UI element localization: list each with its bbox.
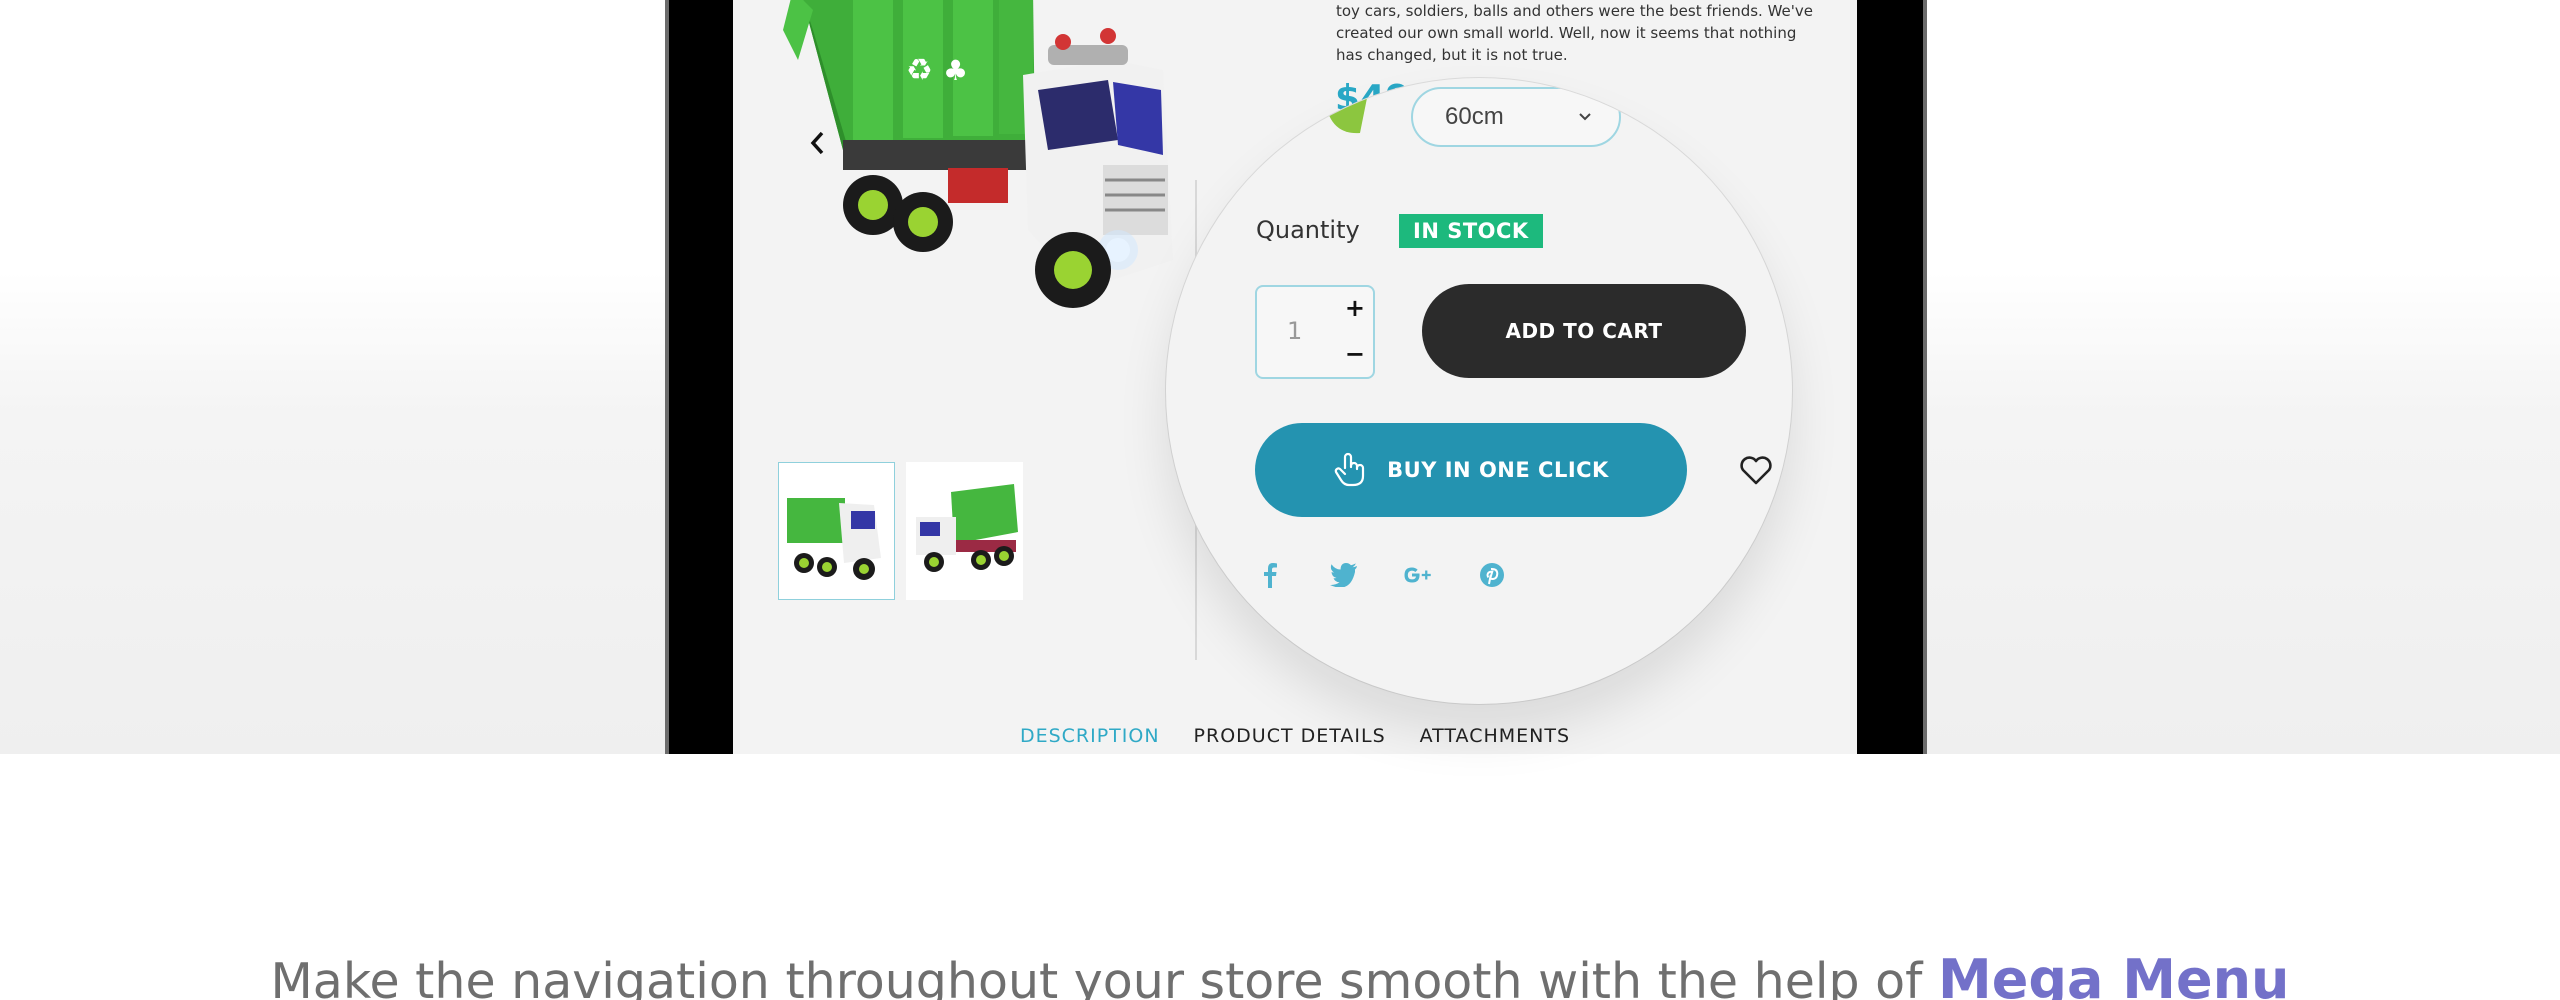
- headline-text: Make the navigation throughout your stor…: [270, 953, 1938, 1000]
- gallery-thumbnail-2[interactable]: [906, 462, 1023, 600]
- svg-text:♻: ♻: [906, 53, 933, 88]
- size-select[interactable]: 60cm: [1411, 87, 1621, 147]
- buy-in-one-click-label: BUY IN ONE CLICK: [1387, 458, 1609, 482]
- description-line: created our own small world. Well, now i…: [1336, 24, 1797, 42]
- size-select-value: 60cm: [1445, 103, 1504, 130]
- add-to-cart-button[interactable]: ADD TO CART: [1422, 284, 1746, 378]
- quantity-stepper[interactable]: 1 + −: [1255, 285, 1375, 379]
- quantity-increase-button[interactable]: +: [1345, 293, 1365, 323]
- chevron-down-icon: [1579, 113, 1591, 121]
- facebook-share-link[interactable]: [1255, 560, 1285, 590]
- gallery-prev-button[interactable]: [803, 128, 833, 158]
- truck-thumbnail-image: [916, 484, 1018, 572]
- hand-pointer-icon: [1334, 452, 1365, 487]
- tab-product-details[interactable]: PRODUCT DETAILS: [1194, 725, 1386, 747]
- google-plus-icon: [1404, 567, 1431, 583]
- twitter-icon: [1330, 563, 1357, 587]
- facebook-icon: [1264, 563, 1277, 588]
- tab-description[interactable]: DESCRIPTION: [1020, 725, 1160, 747]
- product-description: toy cars, soldiers, balls and others wer…: [1336, 0, 1826, 66]
- add-to-cart-label: ADD TO CART: [1505, 319, 1663, 343]
- product-tabs: DESCRIPTION PRODUCT DETAILS ATTACHMENTS: [733, 725, 1857, 747]
- description-line: has changed, but it is not true.: [1336, 46, 1568, 64]
- stock-status-badge: IN STOCK: [1399, 214, 1543, 248]
- svg-text:♣: ♣: [943, 54, 968, 87]
- tab-attachments[interactable]: ATTACHMENTS: [1420, 725, 1570, 747]
- pinterest-share-link[interactable]: [1477, 560, 1507, 590]
- chevron-left-icon: [810, 131, 824, 155]
- buy-in-one-click-button[interactable]: BUY IN ONE CLICK: [1255, 423, 1687, 517]
- headline-accent: Mega Menu: [1937, 948, 2290, 1000]
- quantity-input[interactable]: 1: [1287, 317, 1302, 345]
- social-share-links: [1255, 560, 1507, 590]
- pinterest-icon: [1480, 563, 1504, 587]
- color-swatch-icon: [1326, 92, 1368, 134]
- magnifier-lens: 60cm Quantity IN STOCK 1 + − ADD TO CART…: [1166, 78, 1792, 704]
- gallery-thumbnail-1[interactable]: [778, 462, 895, 600]
- heart-icon: [1740, 456, 1772, 485]
- mega-menu-headline: Make the navigation throughout your stor…: [0, 948, 2560, 1000]
- description-line: toy cars, soldiers, balls and others wer…: [1336, 2, 1813, 20]
- wishlist-button[interactable]: [1738, 452, 1774, 488]
- twitter-share-link[interactable]: [1329, 560, 1359, 590]
- quantity-decrease-button[interactable]: −: [1345, 339, 1365, 369]
- google-plus-share-link[interactable]: [1403, 560, 1433, 590]
- truck-thumbnail-image: [787, 498, 881, 580]
- quantity-label: Quantity: [1256, 216, 1360, 244]
